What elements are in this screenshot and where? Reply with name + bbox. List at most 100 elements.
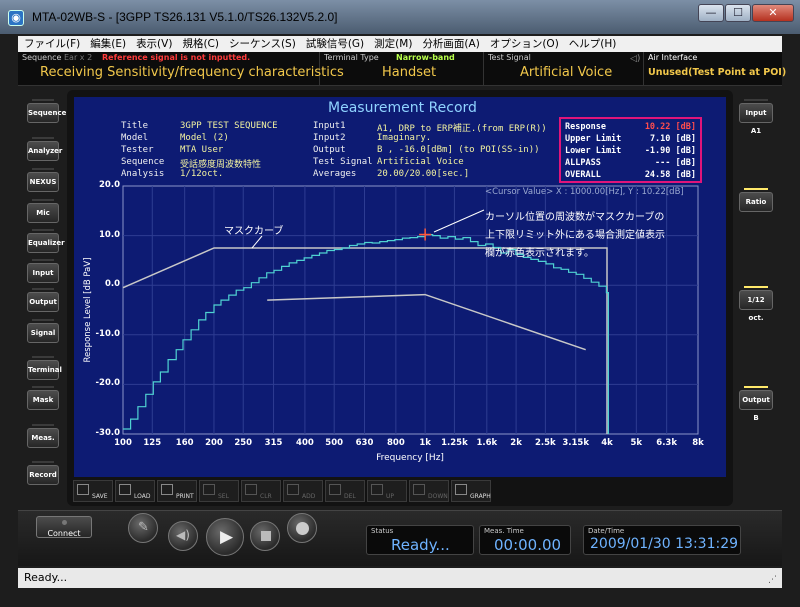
y-tick-label: 10.0 (99, 229, 120, 240)
sidebtn-record[interactable]: Record (27, 461, 59, 485)
rightbtn-1-12-oct[interactable]: 1/12 oct. (739, 286, 773, 322)
sel-button[interactable]: SEL (199, 480, 239, 502)
record-key: Tester (121, 145, 154, 155)
sidebtn-analyzer[interactable]: Analyzer (27, 137, 63, 161)
sidebtn-label: Meas. (31, 434, 55, 442)
sidebtn-label: Equalizer (28, 239, 65, 247)
sidebtn-label: Signal (30, 329, 56, 337)
result-value: 24.58 [dB] (644, 170, 696, 180)
y-tick-label: -20.0 (95, 378, 121, 389)
app-icon: ◉ (8, 10, 24, 26)
meas-time-label: Meas. Time (484, 527, 524, 535)
x-tick-label: 2k (510, 438, 522, 448)
result-label: Lower Limit (565, 146, 622, 156)
sidebtn-label: Record (29, 471, 57, 479)
x-tick-label: 4k (601, 438, 613, 448)
sidebtn-nexus[interactable]: NEXUS (27, 168, 59, 192)
maximize-button[interactable]: ☐ (725, 4, 751, 22)
connect-led-icon (62, 520, 67, 525)
button-indicator (744, 99, 768, 101)
sequence-info[interactable]: Sequence Ear x 2 Reference signal is not… (18, 52, 344, 86)
sidebtn-sequence[interactable]: Sequence (27, 99, 66, 123)
x-tick-label: 8k (692, 438, 704, 448)
del-button[interactable]: DEL (325, 480, 365, 502)
air-interface-info[interactable]: Air Interface Unused(Test Point at POI) (644, 52, 786, 86)
rightbtn-input-a1[interactable]: Input A1 (739, 99, 773, 135)
sidebtn-label: Mask (32, 396, 54, 404)
record-value: Artificial Voice (377, 157, 464, 167)
toolbar-label: DEL (344, 493, 356, 500)
menu-sequence[interactable]: シーケンス(S) (229, 36, 296, 52)
rightbtn-ratio[interactable]: Ratio (739, 188, 773, 212)
sidebtn-mic[interactable]: Mic (27, 199, 59, 223)
monitor-button[interactable]: ◀) (168, 521, 198, 551)
save-icon (77, 484, 89, 495)
save-button[interactable]: SAVE (73, 480, 113, 502)
sidebtn-equalizer[interactable]: Equalizer (27, 229, 65, 253)
load-button[interactable]: LOAD (115, 480, 155, 502)
sidebtn-meas[interactable]: Meas. (27, 424, 59, 448)
sidebtn-terminal[interactable]: Terminal (27, 356, 62, 380)
record-key: Input2 (313, 133, 346, 143)
terminal-info[interactable]: Terminal Type Narrow-band Handset (320, 52, 484, 86)
menu-options[interactable]: オプション(O) (490, 36, 559, 52)
sidebtn-label: Analyzer (28, 147, 63, 155)
x-tick-label: 1.6k (476, 438, 498, 448)
sidebtn-label: Output (29, 298, 57, 306)
result-label: ALLPASS (565, 158, 601, 168)
edit-button[interactable]: ✎ (128, 513, 158, 543)
resize-grip-icon[interactable]: ⋰ (768, 575, 778, 585)
print-button[interactable]: PRINT (157, 480, 197, 502)
stop-icon (261, 531, 271, 541)
button-indicator (32, 319, 54, 321)
menu-test-signal[interactable]: 試験信号(G) (306, 36, 364, 52)
menu-edit[interactable]: 編集(E) (90, 36, 126, 52)
add-icon (287, 484, 299, 495)
menu-file[interactable]: ファイル(F) (24, 36, 80, 52)
button-indicator (32, 356, 54, 358)
note-line-1: カーソル位置の周波数がマスクカーブの (485, 212, 665, 223)
rightbtn-label: Ratio (745, 198, 767, 206)
menu-measure[interactable]: 測定(M) (374, 36, 412, 52)
sidebtn-mask[interactable]: Mask (27, 386, 59, 410)
result-row-response: Response 10.22 [dB] (565, 122, 696, 134)
menu-view[interactable]: 表示(V) (136, 36, 172, 52)
toolbar-label: GRAPH (470, 493, 491, 500)
menu-help[interactable]: ヘルプ(H) (569, 36, 617, 52)
minimize-button[interactable]: — (698, 4, 724, 22)
load-icon (119, 484, 131, 495)
add-button[interactable]: ADD (283, 480, 323, 502)
graph-icon (455, 484, 467, 495)
menu-analysis[interactable]: 分析画面(A) (422, 36, 479, 52)
close-button[interactable]: ✕ (752, 4, 794, 22)
play-button[interactable]: ▶ (206, 518, 244, 556)
up-button[interactable]: UP (367, 480, 407, 502)
sidebtn-input[interactable]: Input (27, 259, 59, 283)
connect-button[interactable]: Connect (36, 516, 92, 538)
rightbtn-output-b[interactable]: Output B (739, 386, 773, 422)
toolbar-label: UP (386, 493, 395, 500)
record-button[interactable] (287, 513, 317, 543)
graph-button[interactable]: GRAPH (451, 480, 491, 502)
down-button[interactable]: DOWN (409, 480, 449, 502)
signal-info[interactable]: Test Signal ◁) Artificial Voice (484, 52, 644, 86)
rightbtn-label: 1/12 oct. (747, 296, 765, 322)
meas-time-box: Meas. Time 00:00.00 (479, 525, 571, 555)
x-tick-label: 2.5k (535, 438, 556, 448)
record-key: Title (121, 121, 149, 131)
clr-button[interactable]: CLR (241, 480, 281, 502)
y-tick-label: 0.0 (104, 279, 120, 290)
result-row-overall: OVERALL 24.58 [dB] (565, 170, 696, 182)
terminal-label: Terminal Type (324, 53, 379, 62)
cursor-value: <Cursor Value> X : 1000.00[Hz], Y : 10.2… (485, 187, 684, 197)
sidebtn-signal[interactable]: Signal (27, 319, 59, 343)
rightbtn-label: Output B (742, 396, 770, 422)
mask-curve-annotation: マスクカーブ (224, 226, 284, 237)
stop-button[interactable] (250, 521, 280, 551)
result-value: 10.22 [dB] (644, 122, 696, 132)
toolbar-label: SAVE (92, 493, 108, 500)
result-value: --- [dB] (655, 158, 696, 168)
sidebtn-output[interactable]: Output (27, 288, 59, 312)
menu-standard[interactable]: 規格(C) (182, 36, 219, 52)
button-indicator (744, 188, 768, 190)
